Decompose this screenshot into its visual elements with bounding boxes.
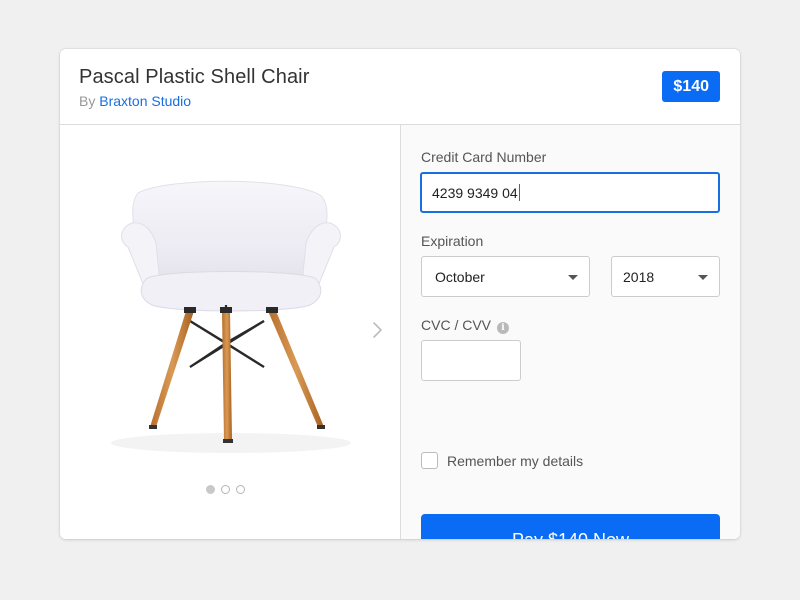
brand-link[interactable]: Braxton Studio	[99, 93, 191, 109]
info-icon[interactable]: i	[497, 322, 510, 334]
checkout-card: Pascal Plastic Shell Chair By Braxton St…	[60, 49, 740, 539]
card-number-input[interactable]: 4239 9349 04	[420, 172, 720, 213]
pay-button[interactable]: Pay $140 Now	[421, 514, 720, 539]
card-number-value: 4239 9349 04	[432, 184, 520, 201]
price-badge: $140	[662, 71, 720, 102]
cvc-label: CVC / CVV i	[421, 317, 510, 334]
remember-label[interactable]: Remember my details	[447, 453, 583, 469]
chevron-right-icon[interactable]	[366, 319, 388, 341]
card-header: Pascal Plastic Shell Chair By Braxton St…	[60, 49, 740, 125]
cvc-input[interactable]	[421, 340, 521, 381]
product-gallery	[60, 125, 400, 539]
expiration-label: Expiration	[421, 233, 484, 249]
chair-image	[111, 180, 351, 453]
cvc-label-text: CVC / CVV	[421, 317, 492, 333]
expiration-year-value: 2018	[623, 269, 655, 285]
carousel-dots	[206, 485, 245, 497]
expiration-month-select[interactable]: October	[421, 256, 590, 297]
carousel-dot[interactable]	[206, 485, 215, 494]
carousel-dot[interactable]	[221, 485, 230, 494]
byline-prefix: By	[79, 93, 96, 109]
card-number-text: 4239 9349 04	[432, 185, 518, 201]
remember-checkbox[interactable]	[421, 452, 438, 469]
text-caret	[518, 184, 520, 201]
payment-form: Credit Card Number 4239 9349 04 Expirati…	[401, 125, 740, 539]
carousel-dot[interactable]	[236, 485, 245, 494]
chevron-down-icon	[568, 275, 578, 280]
chevron-down-icon	[698, 275, 708, 280]
byline: By Braxton Studio	[79, 93, 191, 109]
product-title: Pascal Plastic Shell Chair	[79, 66, 310, 88]
expiration-year-select[interactable]: 2018	[611, 256, 720, 297]
expiration-month-value: October	[435, 269, 485, 285]
card-number-label: Credit Card Number	[421, 149, 547, 165]
